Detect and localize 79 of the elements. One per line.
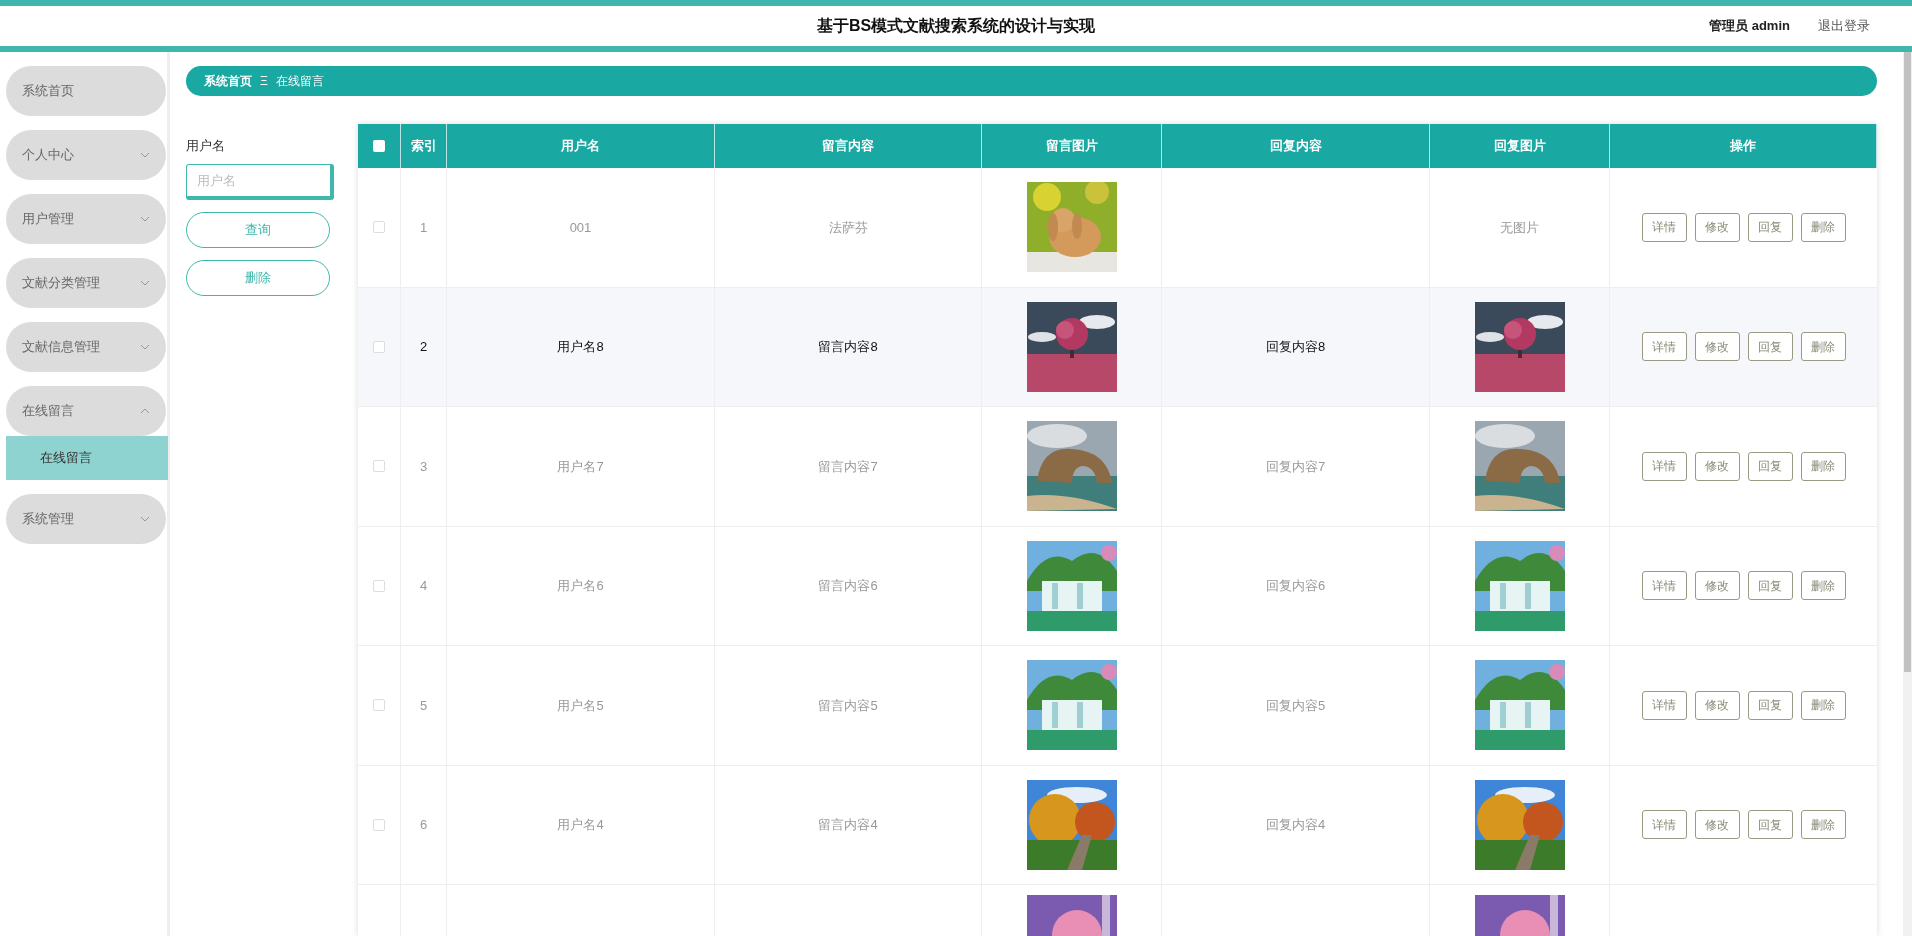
submenu-item[interactable]: 在线留言 (6, 436, 168, 480)
reply-cell-text: 回复内容7 (1265, 457, 1326, 476)
edit-button[interactable]: 修改 (1694, 571, 1740, 601)
reply-button[interactable]: 回复 (1747, 451, 1793, 481)
page-title: 基于BS模式文献搜索系统的设计与实现 (816, 16, 1096, 36)
admin-label: 管理员 admin (1709, 17, 1790, 36)
select-all-checkbox[interactable] (373, 140, 385, 152)
breadcrumb-current: 在线留言 (275, 73, 324, 90)
delete-row-button[interactable]: 删除 (1800, 571, 1846, 601)
message-cell-text: 留言内容8 (818, 338, 878, 356)
delete-row-button[interactable]: 删除 (1800, 451, 1846, 481)
edit-button[interactable]: 修改 (1694, 810, 1740, 840)
reply-button[interactable]: 回复 (1747, 212, 1793, 242)
table-row[interactable]: 1 001 法萨芬 无图片 详情 修改 回复 删除 (358, 168, 1877, 288)
index-cell-text: 4 (419, 577, 428, 595)
edit-button[interactable]: 修改 (1694, 212, 1740, 242)
username-cell-text: 用户名8 (557, 338, 604, 356)
message-cell-text: 留言内容5 (818, 696, 878, 715)
username-cell-text: 用户名6 (557, 577, 604, 595)
sidebar-item[interactable]: 在线留言 (6, 386, 166, 436)
message-cell-text: 留言内容6 (818, 577, 878, 595)
detail-button[interactable]: 详情 (1641, 212, 1687, 242)
message-cell-text: 留言内容7 (818, 457, 878, 476)
table-row[interactable]: 2 用户名8 留言内容8 回复内容8 详情 修改 回复 删除 (358, 287, 1877, 407)
username-input[interactable]: 用户名 (186, 163, 334, 200)
index-cell-text: 6 (419, 816, 428, 834)
sidebar-item[interactable]: 个人中心 (6, 130, 166, 180)
reply-cell-text: 回复内容8 (1265, 338, 1326, 356)
edit-button[interactable]: 修改 (1694, 332, 1740, 362)
search-button[interactable]: 查询 (186, 211, 330, 248)
logout-link[interactable]: 退出登录 (1818, 16, 1870, 36)
index-cell-text: 2 (419, 338, 428, 356)
index-cell-text: 3 (419, 457, 428, 476)
username-cell-text: 001 (569, 218, 592, 237)
edit-button[interactable]: 修改 (1694, 690, 1740, 720)
reply-button[interactable]: 回复 (1747, 332, 1793, 362)
sidebar-item[interactable]: 系统管理 (6, 494, 166, 544)
row-checkbox[interactable] (373, 340, 385, 353)
row-checkbox[interactable] (373, 579, 385, 592)
delete-row-button[interactable]: 删除 (1800, 810, 1846, 840)
message-cell-text: 留言内容4 (818, 816, 878, 834)
edit-button[interactable]: 修改 (1694, 451, 1740, 481)
delete-row-button[interactable]: 删除 (1800, 690, 1846, 720)
row-checkbox[interactable] (373, 221, 385, 234)
detail-button[interactable]: 详情 (1641, 690, 1687, 720)
row-checkbox[interactable] (373, 460, 385, 473)
no-image-text: 无图片 (1500, 218, 1539, 237)
sidebar-item[interactable]: 系统首页 (6, 66, 166, 116)
row-checkbox[interactable] (373, 699, 385, 712)
index-cell-text: 5 (419, 696, 428, 715)
username-cell-text: 用户名7 (557, 457, 604, 476)
detail-button[interactable]: 详情 (1641, 810, 1687, 840)
row-checkbox[interactable] (373, 818, 385, 831)
index-cell-text: 1 (419, 218, 428, 237)
breadcrumb-separator: Ξ (260, 73, 268, 90)
delete-button[interactable]: 删除 (186, 259, 330, 296)
delete-row-button[interactable]: 删除 (1800, 212, 1846, 242)
reply-cell-text: 回复内容4 (1265, 816, 1326, 834)
message-cell-text: 法萨芬 (828, 218, 868, 237)
reply-button[interactable]: 回复 (1747, 810, 1793, 840)
search-label: 用户名 (186, 137, 226, 155)
detail-button[interactable]: 详情 (1641, 451, 1687, 481)
detail-button[interactable]: 详情 (1641, 332, 1687, 362)
sidebar-item[interactable]: 文献分类管理 (6, 258, 166, 308)
table-row[interactable]: 4 用户名6 留言内容6 回复内容6 详情 修改 回复 删除 (358, 526, 1877, 646)
reply-button[interactable]: 回复 (1747, 571, 1793, 601)
sidebar-item[interactable]: 用户管理 (6, 194, 166, 244)
table-row[interactable]: 6 用户名4 留言内容4 回复内容4 详情 修改 回复 删除 (358, 765, 1877, 885)
username-cell-text: 用户名5 (557, 696, 604, 715)
detail-button[interactable]: 详情 (1641, 571, 1687, 601)
username-cell-text: 用户名4 (557, 816, 604, 834)
sidebar-item[interactable]: 文献信息管理 (6, 322, 166, 372)
breadcrumb-home-link[interactable]: 系统首页 (204, 72, 252, 90)
table-row[interactable]: 5 用户名5 留言内容5 回复内容5 详情 修改 回复 删除 (358, 646, 1877, 766)
delete-row-button[interactable]: 删除 (1800, 332, 1846, 362)
reply-cell-text: 回复内容6 (1265, 577, 1326, 595)
reply-button[interactable]: 回复 (1747, 690, 1793, 720)
table-row[interactable]: 3 用户名7 留言内容7 回复内容7 详情 修改 回复 删除 (358, 407, 1877, 527)
reply-cell-text: 回复内容5 (1265, 696, 1326, 715)
